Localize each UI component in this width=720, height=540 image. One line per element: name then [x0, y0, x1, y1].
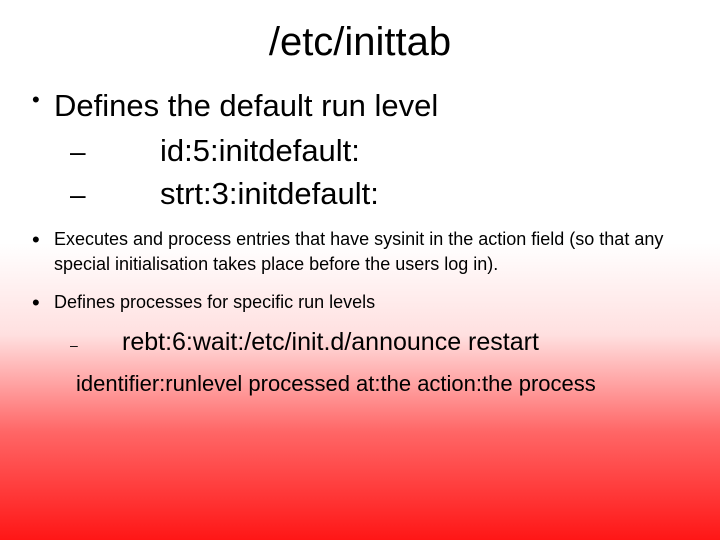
bullet-3: • Defines processes for specific run lev…: [32, 290, 688, 357]
bullet-list: • Defines the default run level – id:5:i…: [32, 87, 688, 357]
bullet-2-text: Executes and process entries that have s…: [54, 227, 688, 276]
sub-item: – strt:3:initdefault:: [70, 175, 688, 214]
dash-icon: –: [70, 337, 122, 353]
bullet-3-text: Defines processes for specific run level…: [54, 290, 375, 314]
bullet-3-sublist: – rebt:6:wait:/etc/init.d/announce resta…: [32, 328, 688, 357]
slide-title: /etc/inittab: [32, 20, 688, 65]
bullet-icon: •: [32, 227, 54, 253]
bullet-1-sublist: – id:5:initdefault: – strt:3:initdefault…: [32, 132, 688, 214]
bullet-icon: •: [32, 290, 54, 316]
dash-icon: –: [70, 136, 160, 168]
footer-line: identifier:runlevel processed at:the act…: [32, 371, 688, 397]
bullet-1-text: Defines the default run level: [54, 87, 438, 126]
bullet-2: • Executes and process entries that have…: [32, 227, 688, 276]
sub-2-text: strt:3:initdefault:: [160, 175, 379, 214]
slide: /etc/inittab • Defines the default run l…: [0, 0, 720, 540]
dash-icon: –: [70, 179, 160, 211]
sub-3-text: rebt:6:wait:/etc/init.d/announce restart: [122, 328, 539, 357]
sub-1-text: id:5:initdefault:: [160, 132, 360, 171]
bullet-1: • Defines the default run level – id:5:i…: [32, 87, 688, 213]
sub-item: – id:5:initdefault:: [70, 132, 688, 171]
sub-item: – rebt:6:wait:/etc/init.d/announce resta…: [70, 328, 688, 357]
bullet-icon: •: [32, 87, 54, 113]
